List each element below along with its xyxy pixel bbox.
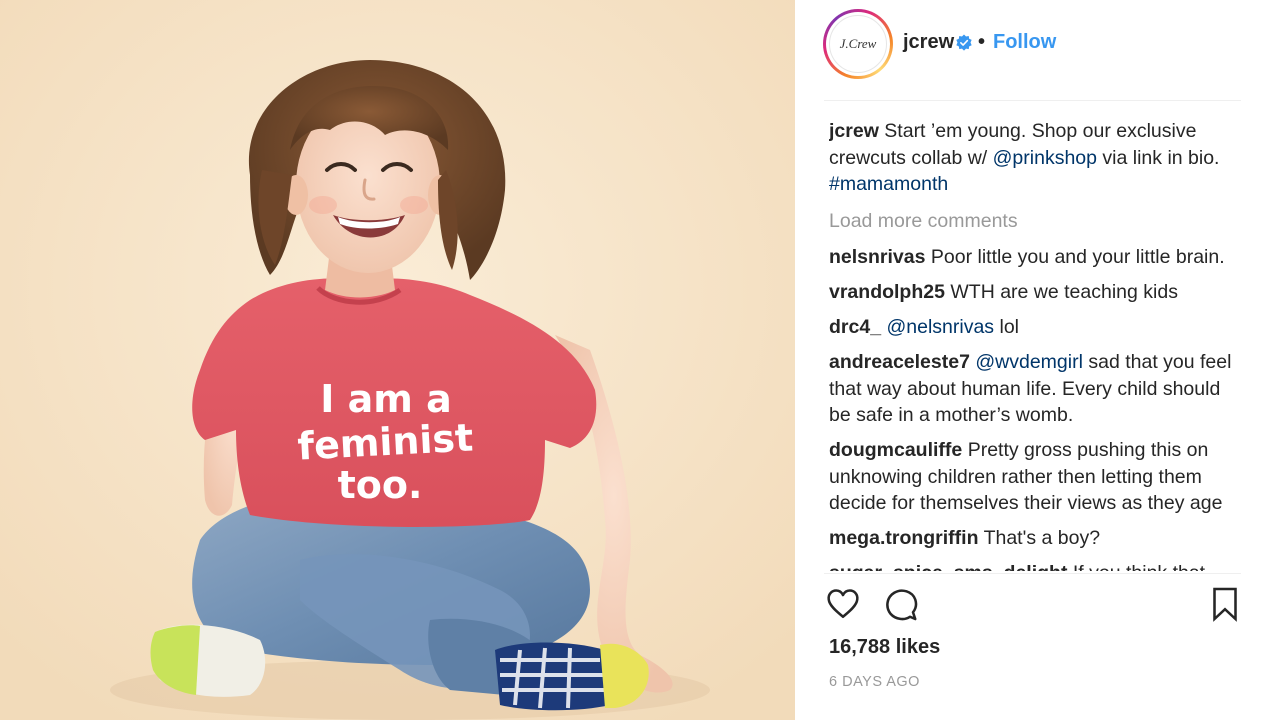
comment-item: vrandolph25 WTH are we teaching kids — [829, 279, 1247, 306]
comment-username[interactable]: andreaceleste7 — [829, 351, 970, 373]
avatar-border: J.Crew — [826, 12, 890, 76]
comment-text: That's a boy? — [983, 527, 1101, 549]
avatar[interactable]: J.Crew — [823, 9, 893, 79]
caption-text-2: via link in bio. — [1097, 146, 1220, 169]
comment-text: lol — [994, 316, 1019, 338]
shirt-text-line-3: too. — [338, 463, 423, 507]
comment-mention[interactable]: @wvdemgirl — [975, 351, 1083, 373]
comment-text: If you think that — [1073, 562, 1205, 571]
comment-username[interactable]: mega.trongriffin — [829, 527, 979, 549]
post-photo[interactable]: I am a feminist too. — [0, 0, 795, 720]
shirt-text-line-2: feminist — [296, 415, 474, 468]
comment-text: WTH are we teaching kids — [950, 281, 1178, 303]
post-caption: jcrew Start ’em young. Shop our exclusiv… — [829, 118, 1247, 198]
follow-button[interactable]: Follow — [993, 31, 1056, 54]
header-username[interactable]: jcrew — [903, 31, 954, 54]
comment-username[interactable]: vrandolph25 — [829, 281, 945, 303]
caption-mention[interactable]: @prinkshop — [993, 147, 1097, 169]
post-timestamp[interactable]: 6 DAYS AGO — [829, 674, 920, 690]
shirt-text-line-1: I am a — [320, 377, 451, 421]
photo-illustration: I am a feminist too. — [0, 0, 795, 720]
comment-username[interactable]: nelsnrivas — [829, 246, 925, 268]
header-separator: • — [978, 31, 986, 53]
bookmark-icon[interactable] — [1209, 586, 1241, 622]
comment-mention[interactable]: @nelsnrivas — [886, 316, 994, 338]
load-more-comments-button[interactable]: Load more comments — [829, 208, 1247, 235]
verified-badge-icon — [956, 34, 972, 51]
heart-icon[interactable] — [825, 586, 861, 622]
post-actions — [825, 586, 1241, 626]
comment-item: sugar_spice_sms_delight If you think tha… — [829, 560, 1247, 571]
jcrew-logo: J.Crew — [829, 15, 887, 73]
caption-hashtag[interactable]: #mamamonth — [829, 173, 948, 195]
actions-divider — [824, 573, 1241, 574]
header-divider — [824, 100, 1241, 101]
comment-item: nelsnrivas Poor little you and your litt… — [829, 244, 1247, 271]
comment-username[interactable]: dougmcauliffe — [829, 439, 962, 461]
comment-item: dougmcauliffe Pretty gross pushing this … — [829, 437, 1247, 517]
instagram-post: I am a feminist too. J.Crew jcrew • Foll… — [0, 0, 1280, 720]
post-side-panel: J.Crew jcrew • Follow jcrew Start ’em yo… — [795, 0, 1280, 720]
comment-username[interactable]: drc4_ — [829, 316, 881, 338]
likes-count[interactable]: 16,788 likes — [829, 636, 940, 659]
comment-username[interactable]: sugar_spice_sms_delight — [829, 562, 1067, 571]
comments-list[interactable]: jcrew Start ’em young. Shop our exclusiv… — [829, 118, 1247, 571]
comment-bubble-icon[interactable] — [883, 586, 919, 622]
comment-item: andreaceleste7 @wvdemgirl sad that you f… — [829, 349, 1247, 429]
comment-item: drc4_ @nelsnrivas lol — [829, 314, 1247, 341]
post-header: J.Crew jcrew • Follow — [795, 0, 1280, 100]
comment-text: Poor little you and your little brain. — [930, 246, 1225, 268]
comment-item: mega.trongriffin That's a boy? — [829, 525, 1247, 552]
caption-username[interactable]: jcrew — [829, 120, 879, 142]
